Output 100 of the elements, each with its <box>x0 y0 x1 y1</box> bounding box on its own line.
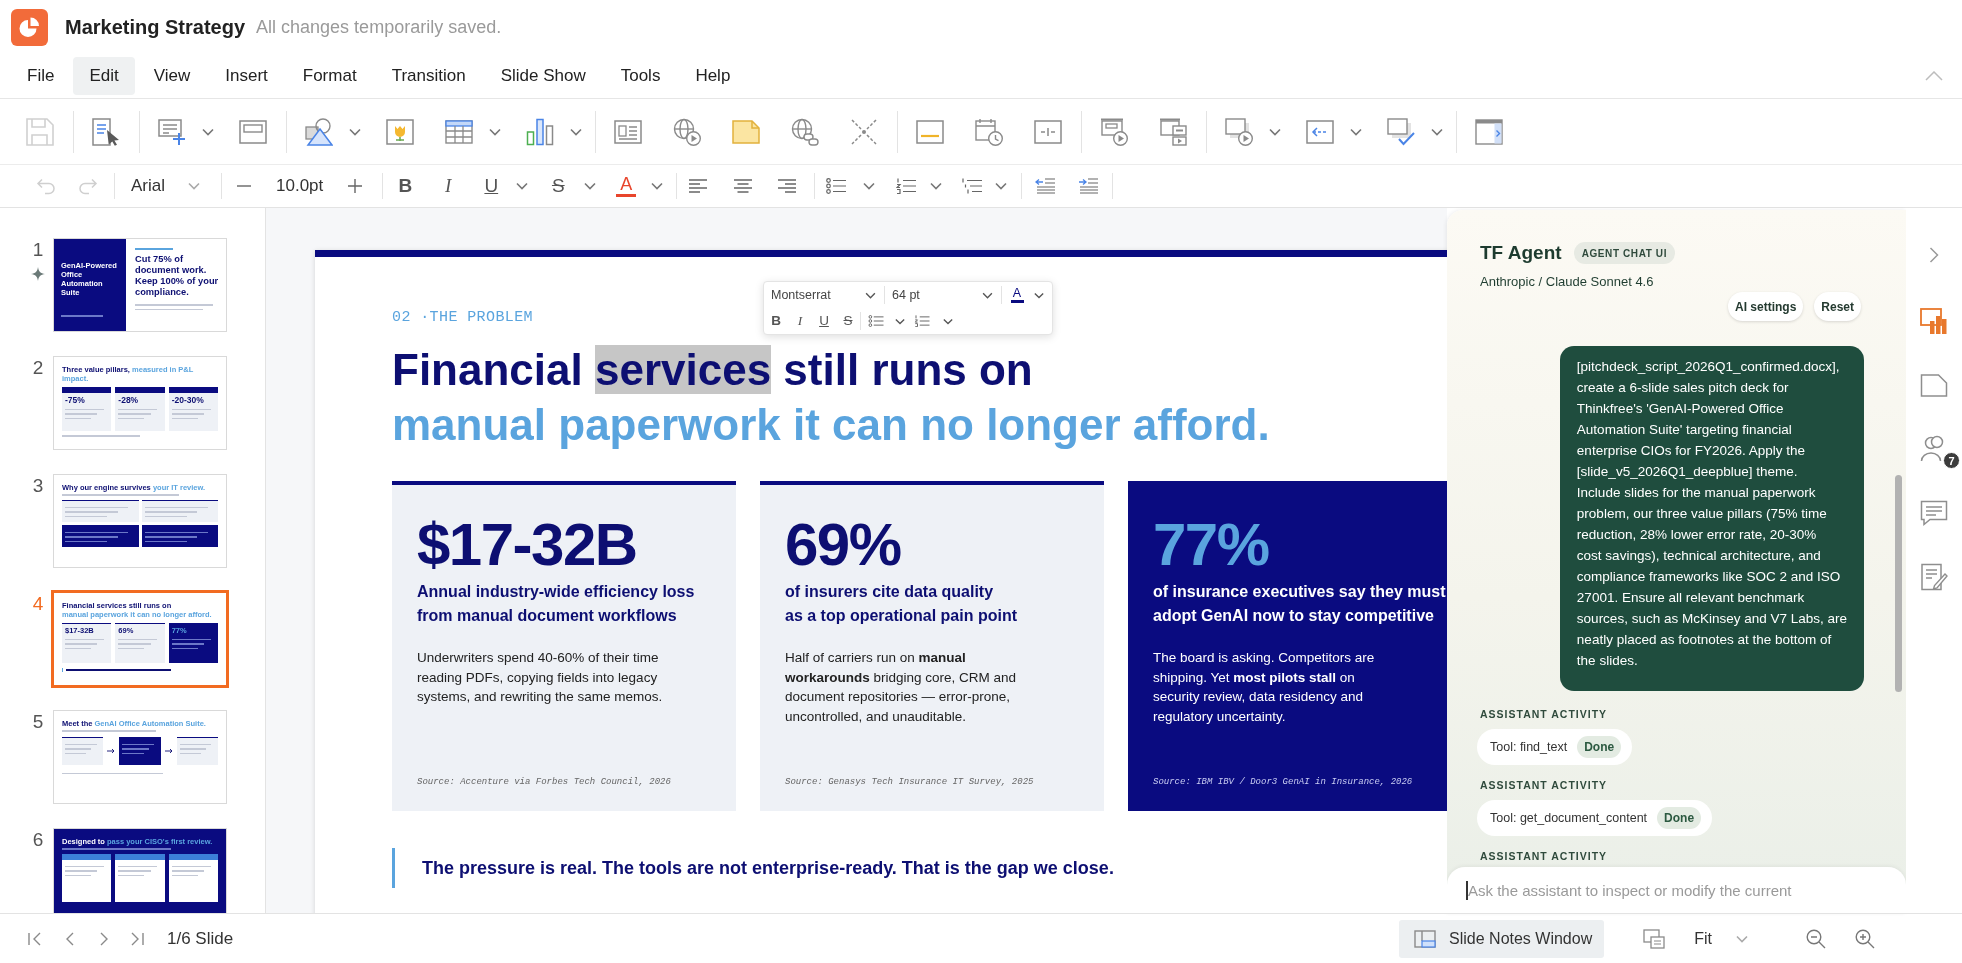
caret-icon[interactable] <box>1034 291 1044 299</box>
bold-button[interactable]: B <box>764 312 788 330</box>
font-color-button[interactable]: A <box>1006 286 1028 304</box>
reset-button[interactable]: Reset <box>1814 292 1861 321</box>
zoom-out-icon[interactable] <box>1806 928 1826 949</box>
multilevel-list-icon[interactable] <box>962 178 983 194</box>
menu-item[interactable]: Insert <box>209 57 284 95</box>
align-center-icon[interactable] <box>734 179 753 193</box>
caret-icon[interactable] <box>895 317 905 325</box>
placeholder-line <box>144 540 187 542</box>
chevron-left-icon[interactable] <box>65 930 75 947</box>
caret-icon[interactable] <box>995 182 1008 190</box>
bold-button[interactable]: B <box>394 174 417 198</box>
chevron-right-icon[interactable] <box>1929 247 1939 263</box>
slide-plus-icon[interactable] <box>158 117 186 146</box>
align-right-icon[interactable] <box>778 179 797 193</box>
scrollbar-thumb[interactable] <box>1895 475 1902 692</box>
menu-item[interactable]: Edit <box>73 57 135 95</box>
globe-link-icon[interactable] <box>791 117 819 146</box>
caret-icon[interactable] <box>863 182 876 190</box>
font-size-field[interactable]: 10.0pt <box>276 176 324 196</box>
status-badge: Done <box>1577 736 1622 758</box>
save-status: All changes temporarily saved. <box>256 16 502 38</box>
caret-icon[interactable] <box>1431 127 1443 136</box>
strikethrough-button[interactable]: S <box>547 174 570 198</box>
zoom-in-icon[interactable] <box>1855 928 1875 949</box>
caret-icon[interactable] <box>1350 127 1362 136</box>
screen-check-icon[interactable] <box>1387 117 1415 146</box>
picture-icon[interactable] <box>386 117 414 146</box>
side-panel-icon[interactable] <box>1475 117 1503 146</box>
italic-button[interactable]: I <box>788 312 812 330</box>
menu-item[interactable]: File <box>11 57 71 95</box>
last-page-icon[interactable] <box>131 930 145 947</box>
stat-figure: 77% <box>1153 515 1269 575</box>
align-left-icon[interactable] <box>689 179 708 193</box>
slide-counter: 1/6 Slide <box>167 928 234 949</box>
caret-icon[interactable] <box>584 182 597 190</box>
sticky-note-icon[interactable] <box>732 117 760 146</box>
menu-item[interactable]: View <box>137 57 207 95</box>
globe-play-icon[interactable] <box>673 117 701 146</box>
caret-icon[interactable] <box>943 317 953 325</box>
caret-icon[interactable] <box>865 291 876 299</box>
layout-icon[interactable] <box>239 117 267 146</box>
caret-icon[interactable] <box>202 127 214 136</box>
menu-item[interactable]: Tools <box>604 57 677 95</box>
placeholder-line <box>171 870 205 872</box>
menu-item[interactable]: Transition <box>375 57 482 95</box>
shapes-icon[interactable] <box>305 117 333 146</box>
calendar-clock-icon[interactable] <box>975 117 1003 146</box>
dashed-cross-icon[interactable] <box>850 117 878 146</box>
strikethrough-button[interactable]: S <box>836 312 860 330</box>
caret-icon[interactable] <box>489 127 501 136</box>
font-size-dropdown[interactable]: 64 pt <box>885 282 1001 308</box>
arrow-left-icon[interactable] <box>1306 117 1334 146</box>
slide-chart-icon[interactable] <box>1920 307 1948 335</box>
document-cursor-icon[interactable] <box>92 117 120 146</box>
slide-layout-icon[interactable] <box>1643 928 1666 949</box>
bar-chart-icon[interactable] <box>526 117 554 146</box>
caret-icon[interactable] <box>982 291 993 299</box>
footer-icon[interactable] <box>916 117 944 146</box>
screen-play-icon[interactable] <box>1100 117 1128 146</box>
zoom-dropdown[interactable]: Fit <box>1694 929 1748 948</box>
italic-button[interactable]: I <box>437 174 460 198</box>
plus-icon[interactable] <box>348 179 363 193</box>
caret-icon[interactable] <box>570 127 582 136</box>
font-dropdown[interactable]: Montserrat <box>764 282 884 308</box>
placeholder-line <box>171 643 205 645</box>
first-page-icon[interactable] <box>27 930 41 947</box>
ai-settings-button[interactable]: AI settings <box>1727 292 1804 321</box>
numbered-list-icon[interactable] <box>896 178 917 194</box>
presenter-view-icon[interactable] <box>1159 117 1187 146</box>
comment-icon[interactable] <box>1920 499 1948 527</box>
underline-button[interactable]: U <box>812 312 836 330</box>
font-dropdown[interactable]: Arial <box>131 176 200 196</box>
chevron-up-icon[interactable] <box>1925 71 1943 81</box>
edit-note-icon[interactable] <box>1920 563 1948 591</box>
bullet-list-icon[interactable] <box>826 178 847 194</box>
caret-icon[interactable] <box>930 182 943 190</box>
caret-icon[interactable] <box>1269 127 1281 136</box>
bullet-list-icon[interactable] <box>868 315 884 327</box>
slide-notes-button[interactable]: Slide Notes Window <box>1399 919 1605 958</box>
caret-icon[interactable] <box>516 182 529 190</box>
slideshow-icon[interactable] <box>1225 117 1253 146</box>
outdent-icon[interactable] <box>1035 178 1056 194</box>
indent-icon[interactable] <box>1078 178 1099 194</box>
chat-input[interactable]: Ask the assistant to inspect or modify the current <box>1447 867 1906 913</box>
menu-item[interactable]: Slide Show <box>484 57 602 95</box>
page-icon[interactable] <box>1920 371 1948 399</box>
numbered-list-icon[interactable] <box>914 315 930 327</box>
table-icon[interactable] <box>445 117 473 146</box>
slide-number-icon[interactable] <box>1034 117 1062 146</box>
text-box-icon[interactable] <box>614 117 642 146</box>
chevron-right-icon[interactable] <box>99 930 109 947</box>
section-label: 02 ·THE PROBLEM <box>392 309 534 327</box>
menu-item[interactable]: Format <box>286 57 373 95</box>
caret-icon[interactable] <box>651 182 664 190</box>
menu-item[interactable]: Help <box>679 57 747 95</box>
font-color-button[interactable]: A <box>615 175 638 197</box>
caret-icon[interactable] <box>349 127 361 136</box>
underline-button[interactable]: U <box>480 174 503 198</box>
